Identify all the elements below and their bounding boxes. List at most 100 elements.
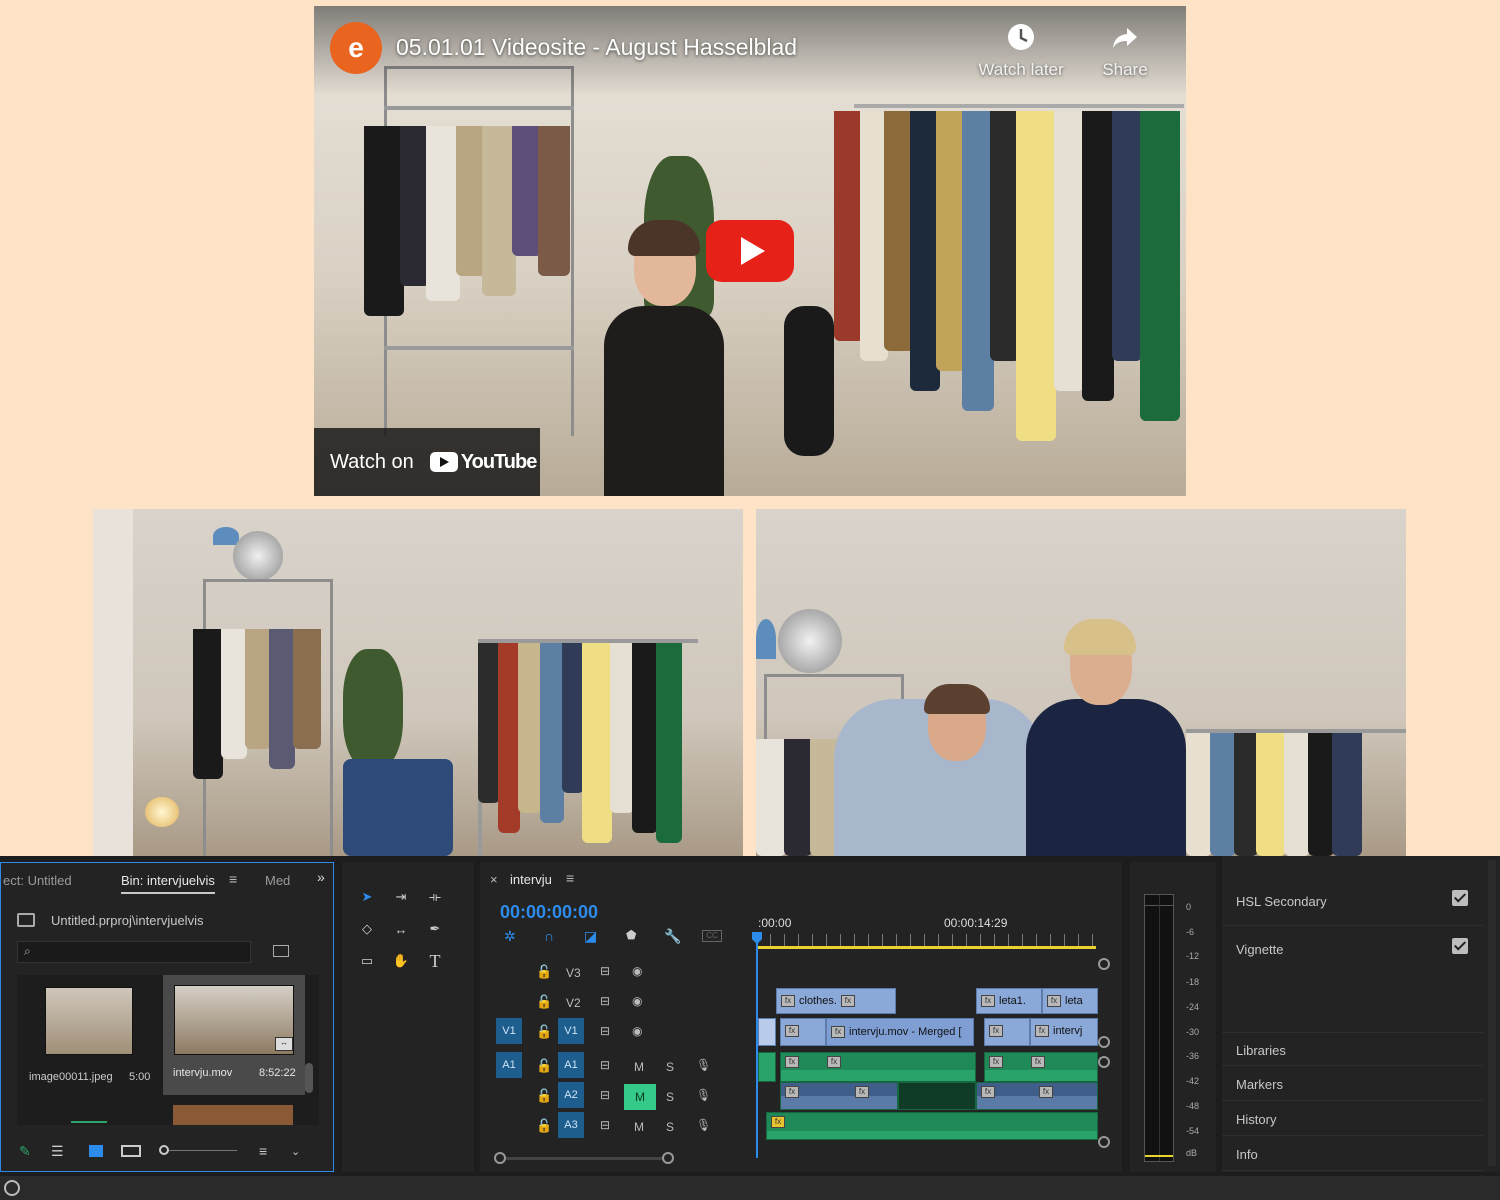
solo-button[interactable]: S (666, 1090, 674, 1104)
icon-view-icon[interactable] (89, 1145, 103, 1157)
track-select-tool-icon[interactable]: ⇥ (390, 886, 412, 908)
sequence-tab[interactable]: intervju (510, 872, 552, 887)
nest-icon[interactable]: ✲ (504, 928, 516, 945)
clip-intervju-merged[interactable]: fx intervju.mov - Merged [ (826, 1018, 974, 1046)
share-button[interactable]: Share (1080, 22, 1170, 80)
clip-video[interactable]: fx (780, 1018, 826, 1046)
track-a1-label[interactable]: A1 (558, 1052, 584, 1078)
panel-tab-libraries[interactable]: Libraries (1222, 1032, 1484, 1066)
ripple-edit-tool-icon[interactable]: ⟛ (424, 886, 446, 908)
lock-icon[interactable]: 🔓 (536, 1088, 552, 1104)
chevron-down-icon[interactable]: ⌄ (291, 1145, 300, 1158)
new-search-bin-icon[interactable] (273, 945, 289, 957)
mute-button[interactable]: M (634, 1060, 644, 1074)
source-track-a1[interactable]: A1 (496, 1052, 522, 1078)
track-v1-label[interactable]: V1 (558, 1018, 584, 1044)
pen-tool-icon[interactable]: ✒ (424, 918, 446, 940)
watch-later-button[interactable]: Watch later (976, 22, 1066, 80)
creative-cloud-icon[interactable] (4, 1180, 20, 1196)
sync-lock-icon[interactable]: ⊟ (600, 1058, 610, 1072)
source-track-v1[interactable]: V1 (496, 1018, 522, 1044)
vignette-row[interactable]: Vignette (1222, 930, 1484, 976)
freeform-view-icon[interactable] (121, 1145, 141, 1157)
audio-clip-muted[interactable]: fx fx (976, 1082, 1098, 1110)
microphone-icon[interactable]: 🎙 (696, 1088, 711, 1102)
audio-clip[interactable]: fx fx (984, 1052, 1098, 1082)
linked-selection-icon[interactable]: ◪ (584, 928, 597, 945)
channel-avatar[interactable]: e (330, 22, 382, 74)
zoom-slider-handle[interactable] (159, 1145, 169, 1155)
audio-clip-music[interactable]: fx (766, 1112, 1098, 1140)
track-height-handle[interactable] (1098, 1136, 1110, 1148)
selection-tool-icon[interactable]: ➤ (356, 886, 378, 908)
bin-item-selected[interactable]: ↔ intervju.mov 8:52:22 (163, 975, 305, 1095)
clip-image[interactable] (758, 1018, 776, 1046)
tab-bin[interactable]: Bin: intervjuelvis (121, 873, 215, 894)
type-tool-icon[interactable]: T (424, 950, 446, 972)
snap-magnet-icon[interactable]: ∩ (544, 928, 554, 944)
eye-icon[interactable]: ◉ (632, 1024, 642, 1038)
track-height-handle[interactable] (1098, 1056, 1110, 1068)
hsl-secondary-row[interactable]: HSL Secondary (1222, 880, 1484, 926)
rectangle-tool-icon[interactable]: ▭ (356, 950, 378, 972)
panel-tab-info[interactable]: Info (1222, 1137, 1484, 1171)
video-title[interactable]: 05.01.01 Videosite - August Hasselblad (396, 34, 797, 61)
close-icon[interactable]: × (490, 872, 498, 887)
panel-tab-markers[interactable]: Markers (1222, 1067, 1484, 1101)
overflow-chevron-icon[interactable]: » (317, 869, 325, 885)
sync-lock-icon[interactable]: ⊟ (600, 964, 610, 978)
clip-clothes[interactable]: fx clothes. fx (776, 988, 896, 1014)
play-button[interactable] (706, 220, 794, 282)
eye-icon[interactable]: ◉ (632, 994, 642, 1008)
solo-button[interactable]: S (666, 1060, 674, 1074)
playhead-timecode[interactable]: 00:00:00:00 (500, 902, 598, 923)
watch-on-youtube-button[interactable]: Watch on YouTube (314, 428, 540, 496)
wrench-icon[interactable]: 🔧 (664, 928, 681, 945)
sync-lock-icon[interactable]: ⊟ (600, 994, 610, 1008)
youtube-embed[interactable]: e 05.01.01 Videosite - August Hasselblad… (314, 6, 1186, 496)
lock-icon[interactable]: 🔓 (536, 1118, 552, 1134)
work-area-bar[interactable] (756, 946, 1096, 949)
panel-menu-icon[interactable]: ≡ (566, 870, 574, 886)
mute-button[interactable]: M (634, 1120, 644, 1134)
sort-icon[interactable]: ≡ (259, 1143, 267, 1159)
solo-button[interactable]: S (666, 1120, 674, 1134)
slip-tool-icon[interactable]: ↔ (390, 918, 412, 940)
track-a3-label[interactable]: A3 (558, 1112, 584, 1138)
sync-lock-icon[interactable]: ⊟ (600, 1024, 610, 1038)
pencil-icon[interactable]: ✎ (19, 1143, 31, 1160)
lock-icon[interactable]: 🔓 (536, 994, 552, 1010)
clip-intervj[interactable]: fx intervj (1030, 1018, 1098, 1046)
right-scrollbar[interactable] (1488, 860, 1496, 1166)
scroll-handle-left[interactable] (494, 1152, 506, 1164)
panel-tab-history[interactable]: History (1222, 1102, 1484, 1136)
clip-leta1[interactable]: fx leta1. (976, 988, 1042, 1014)
lock-icon[interactable]: 🔓 (536, 1058, 552, 1074)
sync-lock-icon[interactable]: ⊟ (600, 1088, 610, 1102)
sync-lock-icon[interactable]: ⊟ (600, 1118, 610, 1132)
horizontal-scrollbar[interactable] (506, 1157, 662, 1160)
track-height-handle[interactable] (1098, 1036, 1110, 1048)
bin-item[interactable]: image00011.jpeg 5:00 (19, 979, 159, 1095)
search-input[interactable]: ⌕ (17, 941, 251, 963)
microphone-icon[interactable]: 🎙 (696, 1118, 711, 1132)
checkbox-checked[interactable] (1452, 890, 1468, 906)
audio-clip[interactable]: fx fx (780, 1052, 976, 1082)
scrollbar[interactable] (305, 1063, 313, 1093)
track-height-handle[interactable] (1098, 958, 1110, 970)
mute-button-active[interactable]: M (624, 1084, 656, 1110)
zoom-slider[interactable] (169, 1150, 237, 1151)
captions-icon[interactable]: CC (702, 930, 722, 942)
track-a2-label[interactable]: A2 (558, 1082, 584, 1108)
add-marker-icon[interactable]: ⬟ (626, 928, 636, 942)
clip-leta[interactable]: fx leta (1042, 988, 1098, 1014)
eye-icon[interactable]: ◉ (632, 964, 642, 978)
lock-icon[interactable]: 🔓 (536, 964, 552, 980)
tab-project[interactable]: ect: Untitled (3, 873, 72, 888)
tab-media[interactable]: Med (265, 873, 290, 888)
list-view-icon[interactable]: ☰ (51, 1143, 64, 1160)
razor-tool-icon[interactable]: ◇ (356, 918, 378, 940)
time-ruler[interactable] (756, 934, 1096, 946)
scroll-handle-right[interactable] (662, 1152, 674, 1164)
checkbox-checked[interactable] (1452, 938, 1468, 954)
